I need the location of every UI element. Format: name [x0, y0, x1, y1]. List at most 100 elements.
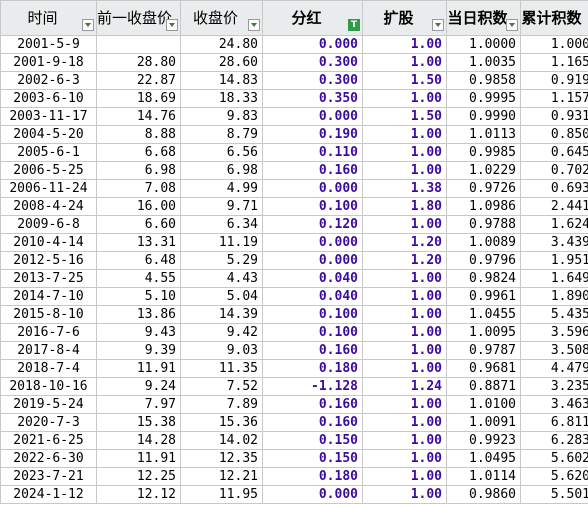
- cell-cumulative-factor[interactable]: 2.441: [520, 197, 588, 216]
- cell-daily-factor[interactable]: 0.9824: [446, 269, 521, 288]
- cell-cumulative-factor[interactable]: 1.157: [520, 89, 588, 108]
- cell-date[interactable]: 2008-4-24: [0, 197, 97, 216]
- cell-close[interactable]: 9.71: [180, 197, 263, 216]
- cell-close[interactable]: 4.43: [180, 269, 263, 288]
- cell-daily-factor[interactable]: 0.9681: [446, 359, 521, 378]
- cell-date[interactable]: 2014-7-10: [0, 287, 97, 306]
- cell-cumulative-factor[interactable]: 1.624: [520, 215, 588, 234]
- column-header-dividend[interactable]: 分红 T: [262, 0, 363, 36]
- cell-cumulative-factor[interactable]: 5.620: [520, 467, 588, 486]
- cell-dividend[interactable]: 0.040: [262, 287, 363, 306]
- cell-daily-factor[interactable]: 0.9726: [446, 179, 521, 198]
- cell-close[interactable]: 5.04: [180, 287, 263, 306]
- cell-date[interactable]: 2003-6-10: [0, 89, 97, 108]
- cell-close[interactable]: 14.02: [180, 431, 263, 450]
- cell-dividend[interactable]: 0.040: [262, 269, 363, 288]
- cell-prev-close[interactable]: 6.48: [96, 251, 181, 270]
- cell-prev-close[interactable]: 12.12: [96, 485, 181, 504]
- cell-date[interactable]: 2017-8-4: [0, 341, 97, 360]
- column-header-date[interactable]: 时间: [0, 0, 97, 36]
- cell-date[interactable]: 2001-9-18: [0, 53, 97, 72]
- cell-dividend[interactable]: 0.160: [262, 161, 363, 180]
- cell-prev-close[interactable]: 22.87: [96, 71, 181, 90]
- cell-daily-factor[interactable]: 0.9860: [446, 485, 521, 504]
- cell-date[interactable]: 2018-10-16: [0, 377, 97, 396]
- cell-close[interactable]: 11.95: [180, 485, 263, 504]
- cell-cumulative-factor[interactable]: 6.283: [520, 431, 588, 450]
- cell-prev-close[interactable]: 9.24: [96, 377, 181, 396]
- cell-dividend[interactable]: 0.300: [262, 53, 363, 72]
- cell-date[interactable]: 2006-11-24: [0, 179, 97, 198]
- cell-cumulative-factor[interactable]: 0.645: [520, 143, 588, 162]
- cell-daily-factor[interactable]: 1.0113: [446, 125, 521, 144]
- cell-dividend[interactable]: 0.350: [262, 89, 363, 108]
- cell-dividend[interactable]: 0.120: [262, 215, 363, 234]
- cell-prev-close[interactable]: 5.10: [96, 287, 181, 306]
- cell-dividend[interactable]: 0.110: [262, 143, 363, 162]
- cell-cumulative-factor[interactable]: 4.479: [520, 359, 588, 378]
- cell-close[interactable]: 5.29: [180, 251, 263, 270]
- cell-date[interactable]: 2006-5-25: [0, 161, 97, 180]
- cell-close[interactable]: 11.35: [180, 359, 263, 378]
- cell-cumulative-factor[interactable]: 5.602: [520, 449, 588, 468]
- cell-date[interactable]: 2023-7-21: [0, 467, 97, 486]
- cell-close[interactable]: 4.99: [180, 179, 263, 198]
- cell-prev-close[interactable]: 15.38: [96, 413, 181, 432]
- cell-cumulative-factor[interactable]: 5.435: [520, 305, 588, 324]
- cell-expansion[interactable]: 1.00: [362, 287, 447, 306]
- cell-cumulative-factor[interactable]: 0.850: [520, 125, 588, 144]
- cell-expansion[interactable]: 1.00: [362, 485, 447, 504]
- cell-dividend[interactable]: 0.100: [262, 323, 363, 342]
- cell-date[interactable]: 2002-6-3: [0, 71, 97, 90]
- cell-expansion[interactable]: 1.00: [362, 341, 447, 360]
- cell-close[interactable]: 12.21: [180, 467, 263, 486]
- cell-daily-factor[interactable]: 1.0000: [446, 35, 521, 54]
- column-header-expansion[interactable]: 扩股: [362, 0, 447, 36]
- cell-expansion[interactable]: 1.80: [362, 197, 447, 216]
- cell-date[interactable]: 2003-11-17: [0, 107, 97, 126]
- cell-daily-factor[interactable]: 0.9788: [446, 215, 521, 234]
- cell-daily-factor[interactable]: 1.0089: [446, 233, 521, 252]
- cell-expansion[interactable]: 1.00: [362, 215, 447, 234]
- column-header-close[interactable]: 收盘价: [180, 0, 263, 36]
- cell-dividend[interactable]: 0.000: [262, 179, 363, 198]
- cell-close[interactable]: 12.35: [180, 449, 263, 468]
- cell-dividend[interactable]: 0.160: [262, 413, 363, 432]
- cell-dividend[interactable]: -1.128: [262, 377, 363, 396]
- cell-prev-close[interactable]: 14.76: [96, 107, 181, 126]
- cell-prev-close[interactable]: 11.91: [96, 359, 181, 378]
- cell-cumulative-factor[interactable]: 6.811: [520, 413, 588, 432]
- cell-daily-factor[interactable]: 1.0091: [446, 413, 521, 432]
- cell-date[interactable]: 2022-6-30: [0, 449, 97, 468]
- cell-close[interactable]: 14.83: [180, 71, 263, 90]
- cell-date[interactable]: 2013-7-25: [0, 269, 97, 288]
- cell-daily-factor[interactable]: 1.0114: [446, 467, 521, 486]
- cell-prev-close[interactable]: 9.39: [96, 341, 181, 360]
- cell-expansion[interactable]: 1.00: [362, 269, 447, 288]
- column-header-cumulative-factor[interactable]: 累计积数: [520, 0, 588, 36]
- cell-prev-close[interactable]: 12.25: [96, 467, 181, 486]
- cell-dividend[interactable]: 0.000: [262, 251, 363, 270]
- cell-expansion[interactable]: 1.00: [362, 395, 447, 414]
- cell-prev-close[interactable]: 7.97: [96, 395, 181, 414]
- cell-dividend[interactable]: 0.000: [262, 233, 363, 252]
- cell-prev-close[interactable]: 8.88: [96, 125, 181, 144]
- cell-expansion[interactable]: 1.00: [362, 125, 447, 144]
- cell-prev-close[interactable]: 13.31: [96, 233, 181, 252]
- cell-close[interactable]: 6.56: [180, 143, 263, 162]
- cell-close[interactable]: 11.19: [180, 233, 263, 252]
- cell-close[interactable]: 14.39: [180, 305, 263, 324]
- cell-prev-close[interactable]: 13.86: [96, 305, 181, 324]
- cell-daily-factor[interactable]: 1.0095: [446, 323, 521, 342]
- cell-expansion[interactable]: 1.00: [362, 413, 447, 432]
- cell-cumulative-factor[interactable]: 0.702: [520, 161, 588, 180]
- cell-expansion[interactable]: 1.00: [362, 53, 447, 72]
- cell-daily-factor[interactable]: 0.9858: [446, 71, 521, 90]
- cell-expansion[interactable]: 1.24: [362, 377, 447, 396]
- column-header-daily-factor[interactable]: 当日积数: [446, 0, 521, 36]
- cell-cumulative-factor[interactable]: 3.596: [520, 323, 588, 342]
- cell-prev-close[interactable]: 16.00: [96, 197, 181, 216]
- cell-daily-factor[interactable]: 1.0100: [446, 395, 521, 414]
- cell-daily-factor[interactable]: 0.9787: [446, 341, 521, 360]
- cell-cumulative-factor[interactable]: 1.649: [520, 269, 588, 288]
